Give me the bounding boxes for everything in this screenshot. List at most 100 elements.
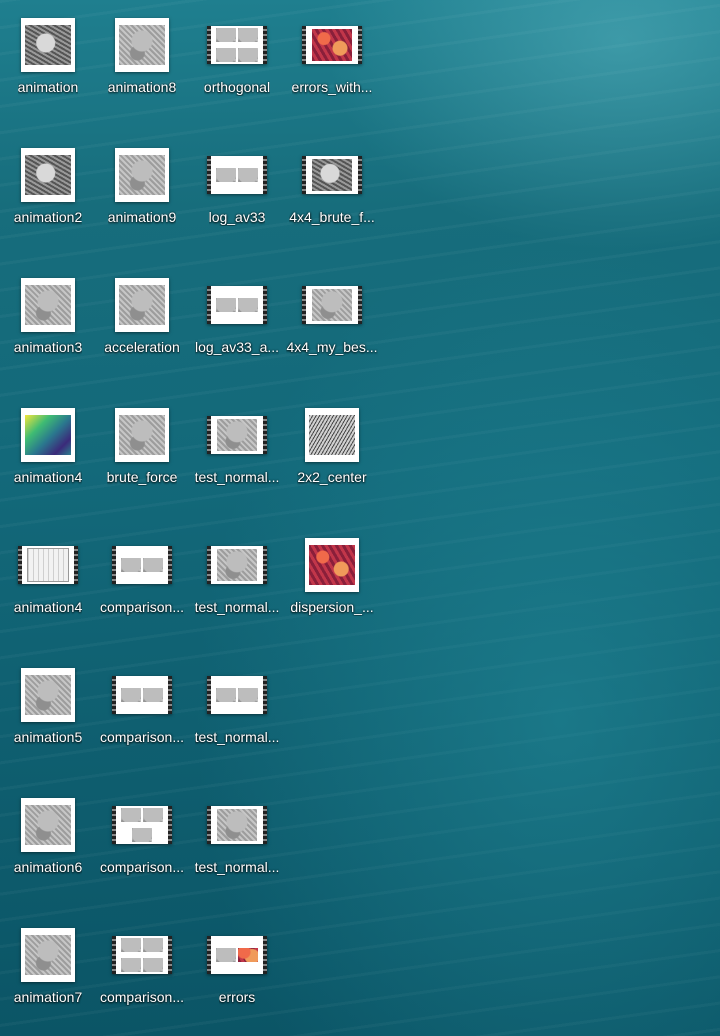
file-thumbnail-area [21,142,75,208]
desktop-file-icon[interactable]: animation4 [0,400,96,496]
desktop-file-icon[interactable]: animation7 [0,920,96,1016]
desktop-file-icon[interactable]: errors_with... [284,10,380,106]
desktop-file-icon[interactable]: 2x2_center [284,400,380,496]
desktop-file-icon[interactable]: animation2 [0,140,96,236]
video-file-icon [112,546,172,584]
image-file-icon [21,278,75,332]
desktop-file-icon[interactable]: dispersion_... [284,530,380,626]
file-name-label: animation3 [13,339,83,355]
video-file-icon [207,936,267,974]
image-file-icon [21,928,75,982]
file-name-label: dispersion_... [290,599,374,615]
file-thumbnail-area [207,272,267,338]
file-thumbnail-area [112,532,172,598]
file-name-label: errors [218,989,256,1005]
file-name-label: comparison... [99,729,185,745]
video-frame-preview [121,688,141,702]
video-frame-preview [238,298,258,312]
desktop-file-icon[interactable]: errors [189,920,285,1016]
file-name-label: animation2 [13,209,83,225]
desktop-file-icon[interactable]: comparison... [94,790,190,886]
file-thumbnail-area [305,532,359,598]
image-preview [119,25,165,65]
desktop-file-icon[interactable]: animation [0,10,96,106]
image-preview [309,415,355,455]
video-file-icon [207,676,267,714]
file-thumbnail-area [207,662,267,728]
image-file-icon [115,18,169,72]
video-frame-preview [217,549,257,581]
video-frame-preview [312,159,352,191]
desktop-file-icon[interactable]: 4x4_my_bes... [284,270,380,366]
desktop-file-icon[interactable]: log_av33 [189,140,285,236]
video-frame-preview [312,289,352,321]
desktop-file-icon[interactable]: animation8 [94,10,190,106]
image-file-icon [115,278,169,332]
image-preview [119,415,165,455]
file-thumbnail-area [207,922,267,988]
file-name-label: brute_force [106,469,178,485]
desktop-file-icon[interactable]: test_normal... [189,400,285,496]
file-name-label: log_av33 [208,209,266,225]
file-name-label: comparison... [99,599,185,615]
file-name-label: animation8 [107,79,177,95]
desktop-file-icon[interactable]: animation3 [0,270,96,366]
file-name-label: orthogonal [203,79,271,95]
video-frame-preview [216,28,236,42]
file-thumbnail-area [302,12,362,78]
desktop-file-icon[interactable]: test_normal... [189,790,285,886]
video-file-icon [207,156,267,194]
desktop-file-icon[interactable]: animation5 [0,660,96,756]
file-name-label: test_normal... [194,599,280,615]
video-frame-preview [238,688,258,702]
file-thumbnail-area [305,402,359,468]
image-preview [119,285,165,325]
file-name-label: acceleration [104,339,180,355]
desktop-file-icon[interactable]: comparison... [94,660,190,756]
desktop-file-icon[interactable]: log_av33_a... [189,270,285,366]
file-thumbnail-area [21,792,75,858]
desktop: animation animation2 animation3 animation4 a… [0,0,720,1036]
video-frame-preview [143,958,163,972]
desktop-file-icon[interactable]: comparison... [94,530,190,626]
image-file-icon [21,798,75,852]
file-name-label: animation [17,79,79,95]
file-name-label: test_normal... [194,469,280,485]
image-preview [119,155,165,195]
video-frame-preview [121,958,141,972]
video-file-icon [207,416,267,454]
video-frame-preview [216,948,236,962]
image-preview [25,805,71,845]
desktop-file-icon[interactable]: 4x4_brute_f... [284,140,380,236]
image-preview [309,545,355,585]
video-frame-preview [238,948,258,962]
image-file-icon [115,408,169,462]
file-thumbnail-area [207,12,267,78]
desktop-file-icon[interactable]: comparison... [94,920,190,1016]
desktop-file-icon[interactable]: brute_force [94,400,190,496]
desktop-file-icon[interactable]: acceleration [94,270,190,366]
video-file-icon [112,676,172,714]
video-file-icon [207,806,267,844]
desktop-file-icon[interactable]: animation6 [0,790,96,886]
desktop-file-icon[interactable]: animation4 [0,530,96,626]
image-preview [25,935,71,975]
file-name-label: animation9 [107,209,177,225]
desktop-file-icon[interactable]: animation9 [94,140,190,236]
desktop-file-icon[interactable]: test_normal... [189,530,285,626]
file-thumbnail-area [115,142,169,208]
file-thumbnail-area [207,792,267,858]
image-preview [25,155,71,195]
image-file-icon [21,408,75,462]
video-frame-preview [143,938,163,952]
video-frame-preview [216,688,236,702]
file-thumbnail-area [115,402,169,468]
video-frame-preview [217,419,257,451]
desktop-file-icon[interactable]: test_normal... [189,660,285,756]
desktop-file-icon[interactable]: orthogonal [189,10,285,106]
file-name-label: animation7 [13,989,83,1005]
image-file-icon [305,408,359,462]
video-frame-preview [216,48,236,62]
video-frame-preview [238,168,258,182]
video-frame-preview [238,28,258,42]
